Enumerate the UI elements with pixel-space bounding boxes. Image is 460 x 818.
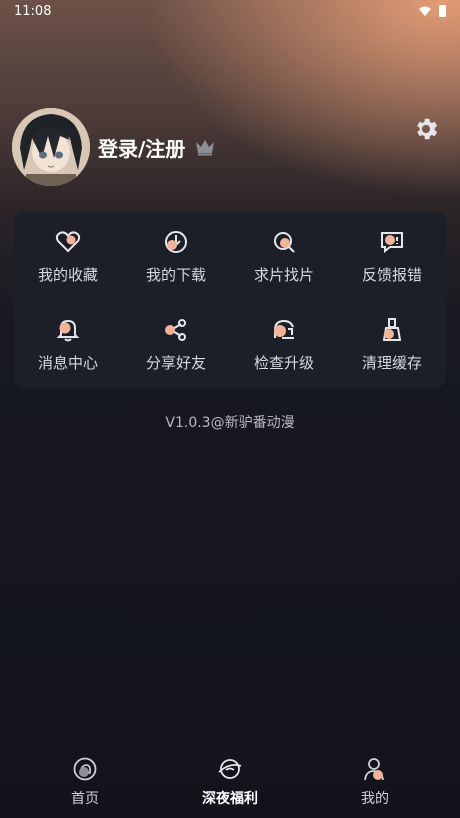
menu-label: 分享好友	[145, 353, 206, 372]
menu-item-share[interactable]: 分享好友	[122, 300, 230, 388]
avatar[interactable]	[12, 108, 90, 186]
menu-label: 检查升级	[253, 353, 314, 372]
feedback-icon	[381, 231, 403, 253]
menu-item-check-update[interactable]: 检查升级	[230, 300, 338, 388]
version-text: V1.0.3@新驴番动漫	[165, 415, 295, 431]
clean-icon	[382, 317, 402, 341]
search-film-icon	[274, 231, 295, 253]
menu-label: 消息中心	[37, 353, 98, 372]
menu-item-feedback[interactable]: 反馈报错	[338, 212, 446, 300]
menu-label: 反馈报错	[361, 265, 422, 284]
menu-card: 我的收藏 我的下载 求片找片 反馈报错 消息中心 分享好友 检查升级 清理缓存	[14, 212, 446, 388]
tab-mine[interactable]: 我的	[330, 754, 420, 818]
profile-header[interactable]: 登录/注册	[12, 108, 215, 186]
heart-icon	[55, 230, 81, 252]
login-register-link[interactable]: 登录/注册	[98, 133, 185, 162]
status-bar: 11:08	[0, 0, 460, 22]
menu-item-downloads[interactable]: 我的下载	[122, 212, 230, 300]
tab-label: 我的	[361, 791, 389, 807]
tab-home[interactable]: 首页	[40, 754, 130, 818]
menu-label: 清理缓存	[361, 353, 422, 372]
battery-icon	[439, 5, 446, 17]
tab-label: 深夜福利	[202, 791, 258, 807]
bottom-tab-bar: 首页 深夜福利 我的	[0, 754, 460, 818]
settings-gear-icon[interactable]	[412, 115, 440, 143]
crown-icon	[196, 140, 215, 156]
menu-item-messages[interactable]: 消息中心	[14, 300, 122, 388]
download-icon	[165, 230, 187, 253]
menu-item-clear-cache[interactable]: 清理缓存	[338, 300, 446, 388]
status-time: 11:08	[14, 3, 52, 19]
profile-icon	[364, 758, 384, 781]
tab-label: 首页	[71, 791, 99, 807]
menu-item-request-film[interactable]: 求片找片	[230, 212, 338, 300]
night-icon	[218, 759, 242, 779]
tab-night-welfare[interactable]: 深夜福利	[185, 754, 275, 818]
menu-item-favorites[interactable]: 我的收藏	[14, 212, 122, 300]
menu-label: 求片找片	[253, 265, 314, 284]
update-icon	[274, 319, 294, 339]
home-icon	[73, 757, 97, 781]
menu-label: 我的收藏	[37, 265, 98, 284]
share-icon	[165, 318, 186, 341]
status-icons	[419, 5, 446, 17]
bell-icon	[56, 319, 80, 341]
menu-label: 我的下载	[145, 265, 206, 284]
avatar-image	[12, 108, 90, 186]
wifi-icon	[419, 6, 431, 16]
